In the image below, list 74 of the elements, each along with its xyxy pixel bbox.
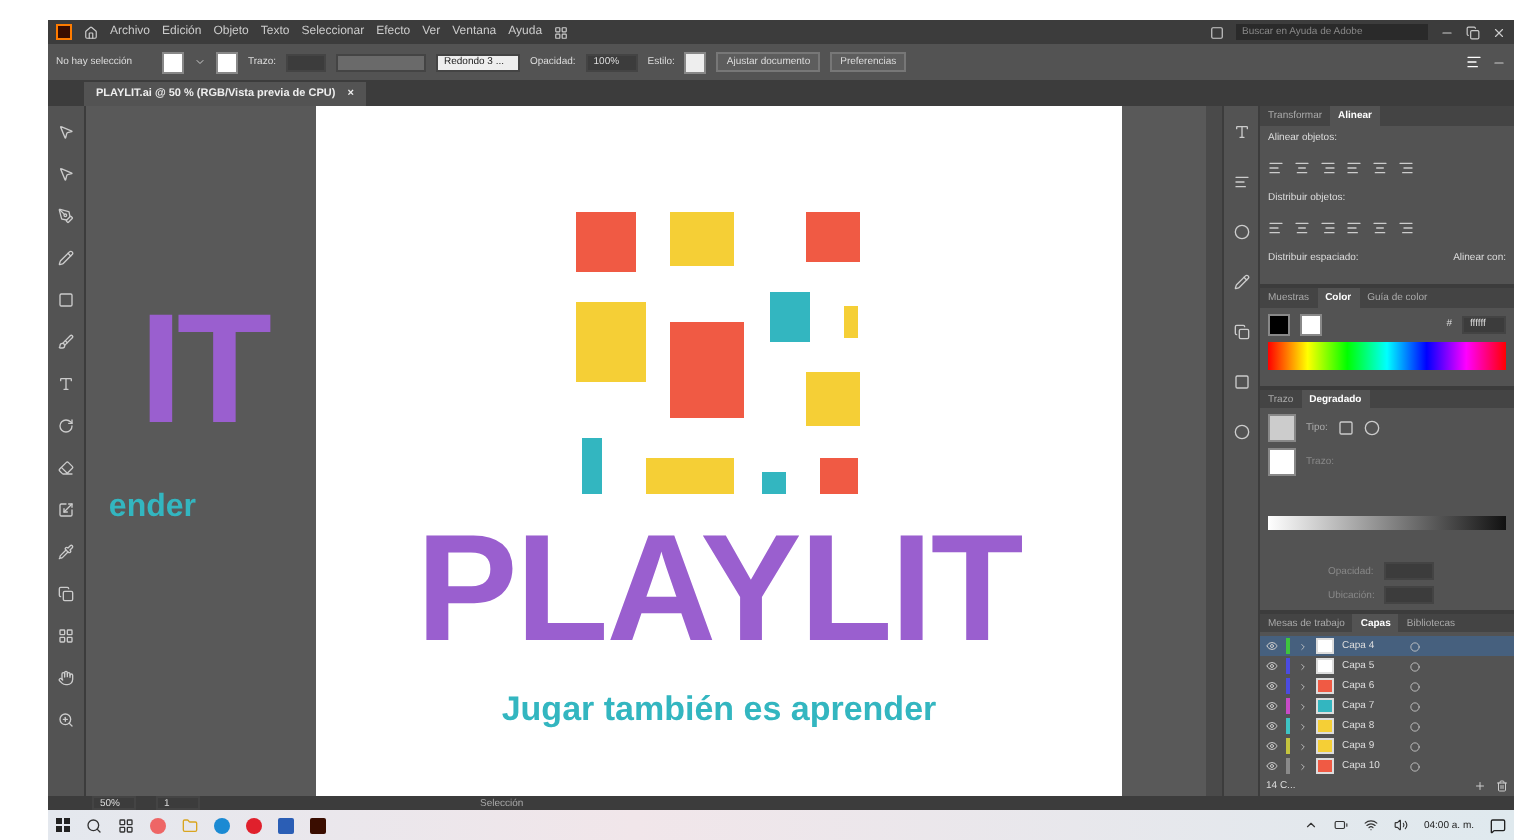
chevron-icon[interactable] bbox=[1303, 818, 1318, 832]
eye-icon[interactable] bbox=[1266, 680, 1278, 692]
trash-icon[interactable] bbox=[1496, 780, 1508, 792]
distribute-icon[interactable] bbox=[1268, 220, 1284, 236]
distribute-icon[interactable] bbox=[1398, 220, 1414, 236]
battery-icon[interactable] bbox=[1333, 818, 1348, 832]
align-icon[interactable] bbox=[1268, 160, 1284, 176]
offscreen-tagline: ender bbox=[108, 490, 198, 526]
align-icon[interactable] bbox=[1346, 160, 1362, 176]
panel-icon[interactable] bbox=[1233, 324, 1249, 340]
align-icon[interactable] bbox=[1372, 160, 1388, 176]
eye-icon[interactable] bbox=[1266, 660, 1278, 672]
tool-icon[interactable] bbox=[58, 628, 74, 644]
tool-icon[interactable] bbox=[58, 712, 74, 728]
word-icon[interactable] bbox=[278, 817, 294, 833]
workspace-icon[interactable] bbox=[554, 25, 569, 39]
tool-icon[interactable] bbox=[58, 250, 74, 266]
distribute-icon[interactable] bbox=[1372, 220, 1388, 236]
color-swatch[interactable] bbox=[1268, 313, 1290, 336]
tool-icon[interactable] bbox=[58, 460, 74, 476]
distribute-icon[interactable] bbox=[1294, 220, 1310, 236]
eye-icon[interactable] bbox=[1266, 760, 1278, 772]
tool-icon[interactable] bbox=[58, 502, 74, 518]
task-view-icon[interactable] bbox=[118, 817, 134, 833]
panel-icon[interactable] bbox=[1233, 224, 1249, 240]
color-spectrum[interactable] bbox=[1268, 341, 1506, 370]
eye-icon[interactable] bbox=[1266, 740, 1278, 752]
scrollbar[interactable] bbox=[1206, 106, 1222, 796]
logo-tagline: Jugar también es aprender bbox=[501, 690, 937, 730]
eye-icon[interactable] bbox=[1266, 700, 1278, 712]
align-icon[interactable] bbox=[1294, 160, 1310, 176]
panel-icon[interactable] bbox=[1233, 274, 1249, 290]
logo-title: PLAYLIT bbox=[416, 514, 1022, 666]
profile-field[interactable] bbox=[335, 53, 426, 71]
align-icon[interactable] bbox=[1320, 160, 1336, 176]
fill-swatch[interactable] bbox=[1268, 448, 1296, 476]
align-icon[interactable] bbox=[1466, 54, 1482, 70]
close-icon[interactable] bbox=[1492, 25, 1506, 39]
notification-icon[interactable] bbox=[1490, 817, 1506, 833]
tool-icon[interactable] bbox=[58, 586, 74, 602]
panel-icon[interactable] bbox=[1233, 374, 1249, 390]
tool-icon[interactable] bbox=[58, 166, 74, 182]
gradient-swatch[interactable] bbox=[1268, 414, 1296, 442]
home-icon[interactable] bbox=[84, 25, 98, 39]
tool-icon[interactable] bbox=[58, 418, 74, 434]
tool-icon[interactable] bbox=[58, 208, 74, 224]
eye-icon[interactable] bbox=[1266, 640, 1278, 652]
wifi-icon[interactable] bbox=[1363, 818, 1378, 832]
volume-icon[interactable] bbox=[1393, 818, 1408, 832]
eye-icon[interactable] bbox=[1266, 720, 1278, 732]
panel-icon[interactable] bbox=[1233, 424, 1249, 440]
fill-swatch[interactable] bbox=[162, 51, 184, 73]
distribute-icon[interactable] bbox=[1346, 220, 1362, 236]
tool-icon[interactable] bbox=[58, 544, 74, 560]
tool-icon[interactable] bbox=[58, 670, 74, 686]
windows-icon[interactable] bbox=[56, 818, 70, 832]
app-icon[interactable] bbox=[310, 817, 326, 833]
align-icon[interactable] bbox=[1398, 160, 1414, 176]
color-swatch[interactable] bbox=[1300, 313, 1322, 336]
style-swatch[interactable] bbox=[684, 51, 707, 73]
app-logo[interactable] bbox=[56, 24, 72, 40]
new-layer-icon[interactable] bbox=[1474, 780, 1486, 792]
tool-icon[interactable] bbox=[58, 124, 74, 140]
panel-icon[interactable] bbox=[1233, 124, 1249, 140]
distribute-icon[interactable] bbox=[1320, 220, 1336, 236]
restore-icon[interactable] bbox=[1466, 25, 1480, 39]
stroke-swatch[interactable] bbox=[216, 51, 238, 73]
panel-icon[interactable] bbox=[1210, 25, 1224, 39]
search-icon[interactable] bbox=[86, 817, 102, 833]
tool-icon[interactable] bbox=[58, 292, 74, 308]
offscreen-title: IT bbox=[139, 290, 269, 446]
tool-icon[interactable] bbox=[58, 376, 74, 392]
tool-icon[interactable] bbox=[58, 334, 74, 350]
panel-icon[interactable] bbox=[1233, 174, 1249, 190]
